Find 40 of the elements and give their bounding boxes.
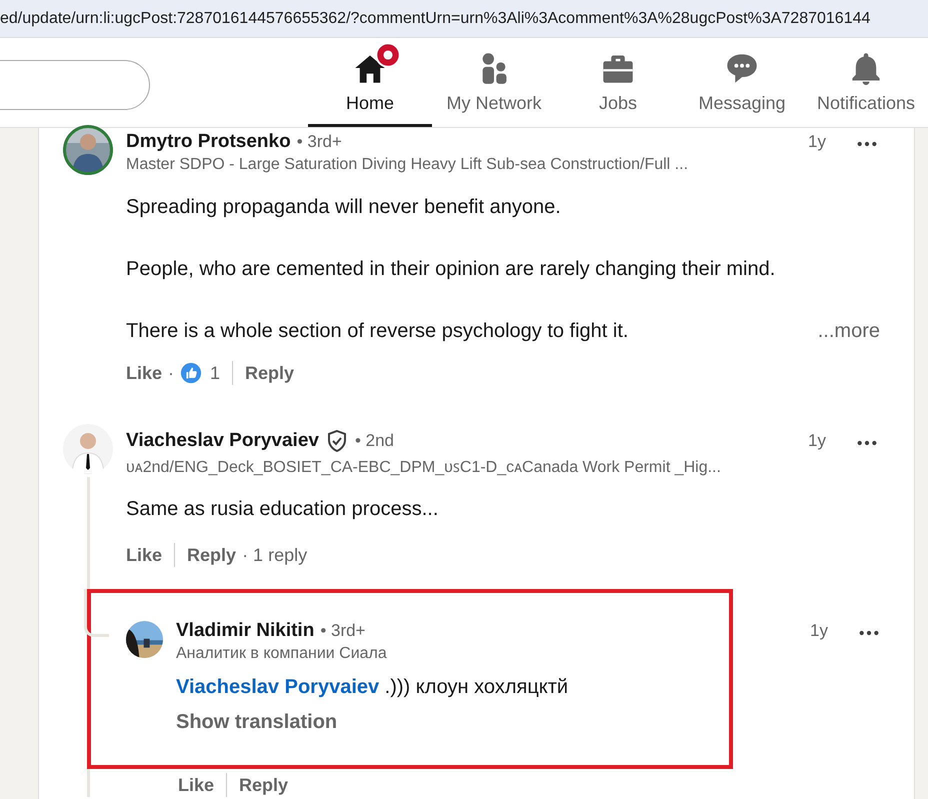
timestamp: 1y [810,621,829,641]
timestamp: 1y [808,431,827,451]
thumbs-up-icon [180,362,202,384]
like-button[interactable]: Like [126,544,162,566]
more-options-icon[interactable] [856,439,878,447]
nav-tab[interactable]: Notifications [804,38,928,127]
author-headline: Аналитик в компании Сиала [176,645,388,663]
author-name[interactable]: Viacheslav Poryvaiev [126,430,319,452]
address-bar[interactable]: ed/update/urn:li:ugcPost:7287016144576655362/?commentUrn=urn%3Ali%3Acomment%3A%28ugcPost%3A7287016144 [0,0,928,38]
like-button[interactable]: Like [178,774,214,796]
comment-text: Spreading propaganda will never benefit anyone. [126,195,561,220]
comment-text: People, who are cemented in their opinion are rarely changing their mind. [126,257,776,282]
author-headline: ᴜᴀ2nd/ENG_Deck_BOSIET_CA-EBC_DPM_ᴜꜱC1-D_ᴄᴀCanada Work Permit _Hig... [126,458,722,477]
comment-text: Viacheslav Poryvaiev .))) клоун хохляцктй [176,675,568,700]
separator-dot: · [168,362,174,384]
author-name[interactable]: Dmytro Protsenko [126,131,291,153]
connection-degree: • 3rd+ [296,132,342,152]
nav-tab[interactable]: Messaging [680,38,804,127]
see-more-link[interactable]: ...more [818,315,880,347]
more-options-icon[interactable] [858,629,880,637]
author-headline: Master SDPO - Large Saturation Diving Heavy Lift Sub-sea Construction/Full ... [126,156,690,174]
comment-text: Same as rusia education process... [126,497,438,522]
connection-degree: • 3rd+ [320,621,366,641]
like-button[interactable]: Like [126,362,162,384]
author-name[interactable]: Vladimir Nikitin [176,620,314,642]
mention-link[interactable]: Viacheslav Poryvaiev [176,676,380,698]
reply-button[interactable]: Reply [245,362,294,384]
reply-button[interactable]: Reply [187,544,236,566]
search-field[interactable] [0,60,150,110]
nav-tab[interactable]: Jobs [556,38,680,127]
more-options-icon[interactable] [856,140,878,148]
reaction-count[interactable]: 1 [210,362,220,384]
reply-button[interactable]: Reply [239,774,288,796]
show-translation-link[interactable]: Show translation [176,711,729,734]
connection-degree: • 2nd [354,431,394,451]
timestamp: 1y [808,132,827,152]
reply-count-link[interactable]: · 1 reply [242,544,308,566]
nav-tab[interactable]: My Network [432,38,556,127]
comment-text: There is a whole section of reverse psychology to fight it. [126,319,628,344]
thread-connector-line [84,589,109,637]
